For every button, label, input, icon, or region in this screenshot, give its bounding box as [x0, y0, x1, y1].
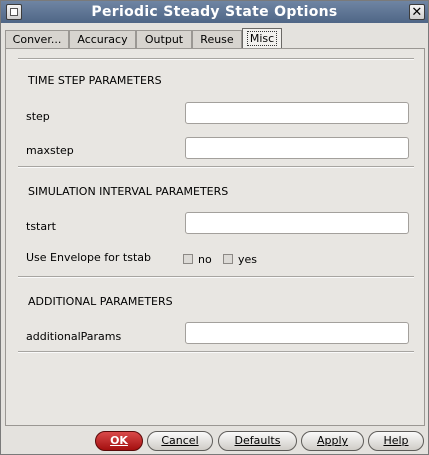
tab-reuse[interactable]: Reuse — [192, 30, 242, 48]
title-bar[interactable]: Periodic Steady State Options ✕ — [1, 1, 428, 23]
cancel-button[interactable]: Cancel — [147, 431, 213, 451]
envelope-no-label: no — [198, 253, 212, 266]
help-button[interactable]: Help — [368, 431, 424, 451]
envelope-yes-checkbox[interactable] — [223, 254, 233, 264]
envelope-label: Use Envelope for tstab — [26, 251, 151, 264]
defaults-button[interactable]: Defaults — [218, 431, 297, 451]
section-time-step: TIME STEP PARAMETERS — [28, 74, 162, 87]
divider — [18, 351, 414, 353]
section-simulation-interval: SIMULATION INTERVAL PARAMETERS — [28, 185, 229, 198]
tab-output[interactable]: Output — [136, 30, 192, 48]
tab-accuracy[interactable]: Accuracy — [69, 30, 136, 48]
section-additional: ADDITIONAL PARAMETERS — [28, 295, 173, 308]
tab-misc[interactable]: Misc — [242, 28, 282, 49]
window-menu-icon[interactable] — [6, 4, 22, 20]
tstart-label: tstart — [26, 220, 56, 233]
ok-button[interactable]: OK — [95, 431, 143, 451]
maxstep-label: maxstep — [26, 144, 74, 157]
tab-convergence[interactable]: Conver... — [5, 30, 69, 48]
step-input[interactable] — [185, 102, 409, 124]
tstart-input[interactable] — [185, 212, 409, 234]
misc-panel: TIME STEP PARAMETERS step maxstep SIMULA… — [5, 48, 425, 426]
step-label: step — [26, 110, 50, 123]
dialog-window: Periodic Steady State Options ✕ Conver..… — [0, 0, 429, 455]
tab-bar: Conver... Accuracy Output Reuse Misc — [5, 28, 425, 49]
maxstep-input[interactable] — [185, 137, 409, 159]
divider — [18, 276, 414, 278]
envelope-no-checkbox[interactable] — [183, 254, 193, 264]
divider — [18, 58, 414, 60]
apply-button[interactable]: Apply — [301, 431, 364, 451]
dialog-title: Periodic Steady State Options — [91, 4, 338, 20]
additionalparams-input[interactable] — [185, 322, 409, 344]
envelope-yes-label: yes — [238, 253, 258, 266]
additionalparams-label: additionalParams — [26, 330, 122, 343]
close-icon[interactable]: ✕ — [409, 4, 425, 20]
divider — [18, 166, 414, 168]
